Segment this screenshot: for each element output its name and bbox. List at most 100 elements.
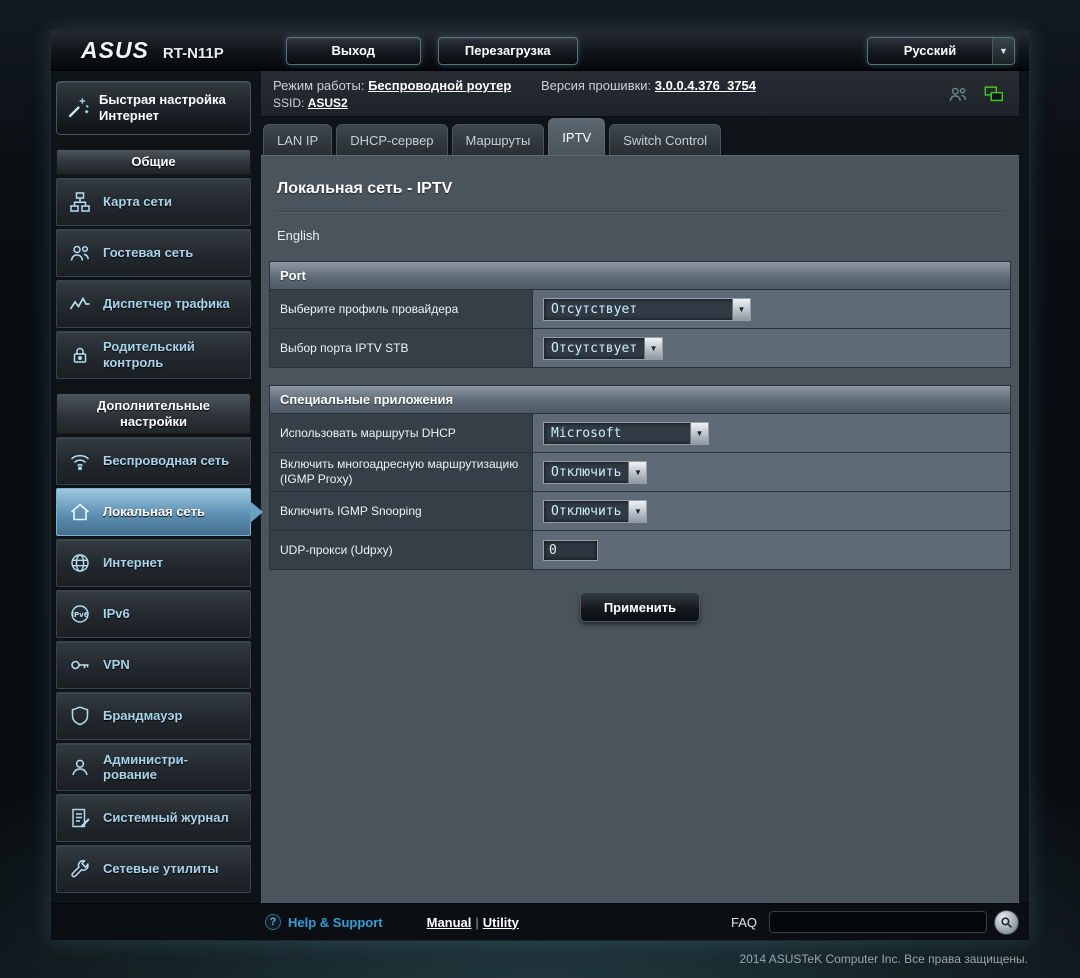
doc-links: Manual | Utility	[427, 915, 519, 930]
firmware-version-link[interactable]: 3.0.0.4.376_3754	[655, 78, 756, 93]
tab-switch-control[interactable]: Switch Control	[609, 124, 722, 155]
footer-bar: Help & Support Manual| Utility FAQ	[51, 903, 1029, 940]
search-button[interactable]	[994, 909, 1019, 935]
sidebar-item-wan[interactable]: Интернет	[56, 539, 251, 588]
status-infobar: Режим работы: Беспроводной роутер Версия…	[261, 71, 1019, 117]
sidebar-item-vpn[interactable]: VPN	[56, 641, 251, 690]
apply-button[interactable]: Применить	[580, 592, 700, 622]
copyright-text: 2014 ASUSTeK Computer Inc. Все права защ…	[739, 952, 1028, 966]
person-icon	[67, 754, 93, 780]
sidebar-section-advanced: Дополнительные настройки	[56, 393, 251, 435]
header-bar: ASUS RT-N11P Выход Перезагрузка Русский	[51, 31, 1029, 71]
status-line-2: SSID: ASUS2	[273, 96, 1007, 110]
traffic-manager-icon	[67, 291, 93, 317]
row-value	[533, 531, 1010, 569]
dropdown-arrow-icon	[628, 500, 647, 522]
provider-profile-select[interactable]: Отсутствует	[543, 297, 751, 321]
port-table-header: Port	[270, 262, 1010, 289]
utility-link[interactable]: Utility	[483, 915, 519, 930]
help-support-link[interactable]: Help & Support	[288, 915, 383, 930]
tab-bar: LAN IP DHCP-сервер Маршруты IPTV Switch …	[261, 117, 1019, 155]
sidebar-item-wireless[interactable]: Беспроводная сеть	[56, 437, 251, 486]
sidebar-item-administration[interactable]: Администри-рование	[56, 743, 251, 792]
row-label: Использовать маршруты DHCP	[270, 414, 533, 452]
sidebar-item-system-log[interactable]: Системный журнал	[56, 794, 251, 843]
port-table: Port Выберите профиль провайдера Отсутст…	[269, 261, 1011, 368]
document-icon	[67, 805, 93, 831]
table-row: UDP-прокси (Udpxy)	[270, 530, 1010, 569]
row-value: Отключить	[533, 453, 1010, 491]
router-model: RT-N11P	[162, 45, 224, 62]
table-row: Использовать маршруты DHCP Microsoft	[270, 413, 1010, 452]
operation-mode-label: Режим работы:	[273, 78, 365, 93]
table-row: Выберите профиль провайдера Отсутствует	[270, 289, 1010, 328]
row-label: Выбор порта IPTV STB	[270, 329, 533, 367]
sidebar-item-network-tools[interactable]: Сетевые утилиты	[56, 845, 251, 894]
row-value: Microsoft	[533, 414, 1010, 452]
firmware-label: Версия прошивки:	[540, 78, 652, 93]
lock-icon	[67, 342, 93, 368]
brand-logo: ASUS RT-N11P	[81, 37, 224, 64]
table-row: Выбор порта IPTV STB Отсутствует	[270, 328, 1010, 367]
router-admin-window: ASUS RT-N11P Выход Перезагрузка Русский …	[50, 30, 1030, 941]
operation-mode-link[interactable]: Беспроводной роутер	[368, 78, 511, 93]
dropdown-arrow-icon	[732, 298, 750, 320]
tab-dhcp-server[interactable]: DHCP-сервер	[336, 124, 448, 155]
ipv6-icon: IPv6	[67, 601, 93, 627]
tab-routes[interactable]: Маршруты	[451, 124, 545, 155]
dropdown-arrow-icon	[690, 422, 708, 444]
dhcp-routes-select[interactable]: Microsoft	[543, 421, 709, 445]
sidebar-item-network-map[interactable]: Карта сети	[56, 178, 251, 226]
reboot-button[interactable]: Перезагрузка	[437, 36, 578, 65]
row-label: UDP-прокси (Udpxy)	[270, 531, 533, 569]
main-row: Быстрая настройка Интернет Общие Карта с…	[51, 71, 1029, 903]
tab-iptv[interactable]: IPTV	[548, 118, 606, 155]
magic-wand-icon	[65, 95, 91, 121]
sidebar: Быстрая настройка Интернет Общие Карта с…	[56, 71, 251, 903]
chevron-down-icon	[992, 37, 1014, 64]
row-value: Отсутствует	[533, 290, 1010, 328]
network-map-icon	[67, 189, 93, 215]
sidebar-item-firewall[interactable]: Брандмауэр	[56, 692, 251, 741]
tab-lan-ip[interactable]: LAN IP	[263, 124, 333, 155]
faq-search-input[interactable]	[769, 911, 987, 933]
page-title: Локальная сеть - IPTV	[277, 180, 1003, 212]
sidebar-item-guest-network[interactable]: Гостевая сеть	[56, 229, 251, 277]
table-row: Включить IGMP Snooping Отключить	[270, 491, 1010, 530]
igmp-proxy-select[interactable]: Отключить	[543, 460, 648, 484]
quick-internet-setup-button[interactable]: Быстрая настройка Интернет	[56, 81, 251, 135]
shield-icon	[67, 703, 93, 729]
udp-proxy-input[interactable]	[543, 539, 598, 561]
manual-link[interactable]: Manual	[427, 915, 472, 930]
content-column: Режим работы: Беспроводной роутер Версия…	[261, 71, 1019, 903]
dropdown-arrow-icon	[628, 461, 647, 483]
ssid-link[interactable]: ASUS2	[308, 96, 348, 110]
sidebar-section-general: Общие	[56, 149, 251, 175]
infobar-icons	[947, 83, 1005, 105]
language-select[interactable]: Русский	[867, 36, 1015, 65]
row-label: Включить многоадресную маршрутизацию (IG…	[270, 453, 533, 491]
home-icon	[67, 499, 93, 525]
globe-icon	[67, 550, 93, 576]
stb-port-select[interactable]: Отсутствует	[543, 336, 664, 360]
english-language-link[interactable]: English	[277, 228, 320, 243]
special-applications-table: Специальные приложения Использовать марш…	[269, 385, 1011, 570]
sidebar-item-ipv6[interactable]: IPv6 IPv6	[56, 590, 251, 639]
faq-label: FAQ	[730, 914, 757, 930]
row-label: Включить IGMP Snooping	[270, 492, 533, 530]
logout-button[interactable]: Выход	[285, 36, 421, 65]
row-label: Выберите профиль провайдера	[270, 290, 533, 328]
sidebar-item-lan[interactable]: Локальная сеть	[56, 488, 251, 537]
sidebar-item-parental-control[interactable]: Родительский контроль	[56, 331, 251, 379]
network-devices-icon[interactable]	[983, 83, 1005, 105]
row-value: Отсутствует	[533, 329, 1010, 367]
clients-icon[interactable]	[947, 83, 969, 105]
igmp-snooping-select[interactable]: Отключить	[543, 499, 648, 523]
sidebar-item-traffic-manager[interactable]: Диспетчер трафика	[56, 280, 251, 328]
ssid-label: SSID:	[273, 96, 305, 110]
help-question-icon[interactable]	[265, 914, 281, 930]
row-value: Отключить	[533, 492, 1010, 530]
status-line-1: Режим работы: Беспроводной роутер Версия…	[273, 78, 1007, 93]
doc-separator: |	[475, 914, 479, 930]
asus-logo: ASUS	[81, 37, 149, 63]
